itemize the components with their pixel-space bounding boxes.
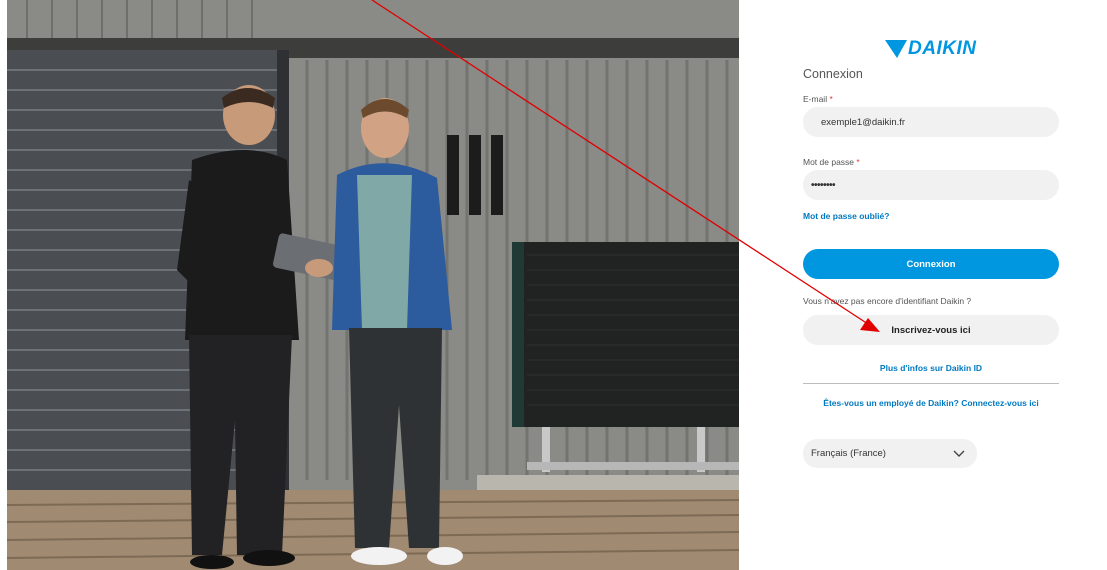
email-label: E-mail * [803,94,833,104]
daikin-logo: DAIKIN [885,38,980,60]
password-required-mark: * [856,157,860,167]
password-field[interactable] [803,170,1059,200]
password-label-text: Mot de passe [803,157,855,167]
employee-login-link[interactable]: Êtes-vous un employé de Daikin? Connecte… [803,398,1059,408]
hero-photo-illustration [7,0,739,570]
no-account-text: Vous n'avez pas encore d'identifiant Dai… [803,296,972,306]
divider [803,383,1059,384]
login-panel [739,0,1107,570]
password-label: Mot de passe * [803,157,860,167]
email-required-mark: * [829,94,833,104]
daikin-logo-icon [885,40,907,58]
forgot-password-link[interactable]: Mot de passe oublié? [803,211,889,221]
hero-photo [7,0,739,570]
login-button[interactable]: Connexion [803,249,1059,279]
register-button[interactable]: Inscrivez-vous ici [803,315,1059,345]
chevron-down-icon [953,450,965,457]
email-field[interactable] [803,107,1059,137]
page-title: Connexion [803,67,863,81]
language-select[interactable]: Français (France) [803,439,977,468]
email-label-text: E-mail [803,94,828,104]
language-selected-value: Français (France) [811,448,886,459]
brand-name: DAIKIN [908,38,977,59]
daikin-id-info-link[interactable]: Plus d'infos sur Daikin ID [803,363,1059,373]
